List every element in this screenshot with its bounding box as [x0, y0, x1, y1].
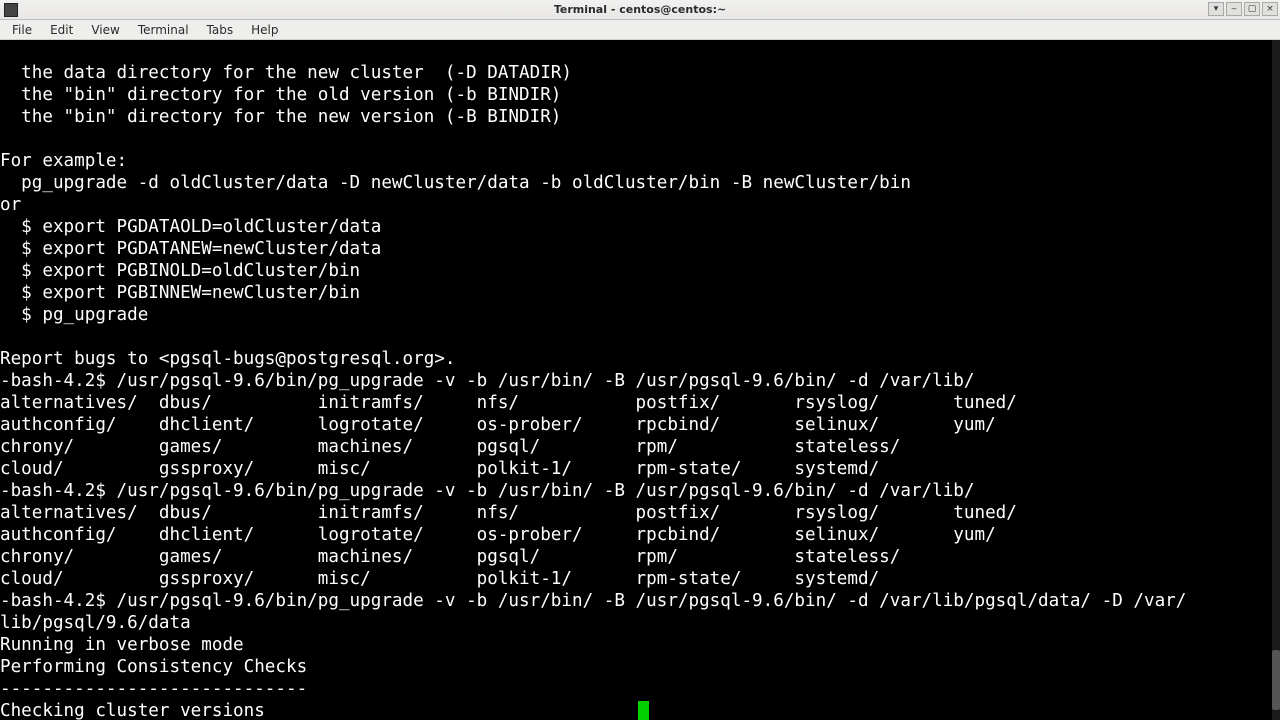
terminal-cursor — [638, 701, 649, 720]
terminal-app-icon — [4, 3, 18, 17]
terminal-line: Checking cluster versions — [0, 701, 636, 720]
menu-file[interactable]: File — [4, 21, 40, 39]
menu-view[interactable]: View — [83, 21, 127, 39]
terminal-line: lib/pgsql/9.6/data — [0, 613, 191, 633]
terminal-scrollbar-thumb[interactable] — [1272, 650, 1280, 710]
terminal-line: chrony/ games/ machines/ pgsql/ rpm/ sta… — [0, 547, 900, 567]
terminal-line: pg_upgrade -d oldCluster/data -D newClus… — [0, 173, 911, 193]
terminal-line: the data directory for the new cluster (… — [0, 63, 572, 83]
terminal-line: -bash-4.2$ /usr/pgsql-9.6/bin/pg_upgrade… — [0, 371, 975, 391]
window-maximize-button[interactable]: ▢ — [1244, 2, 1260, 16]
terminal-line: the "bin" directory for the old version … — [0, 85, 561, 105]
window-close-button[interactable]: × — [1262, 2, 1278, 16]
menubar: File Edit View Terminal Tabs Help — [0, 20, 1280, 40]
menu-edit[interactable]: Edit — [42, 21, 81, 39]
terminal-line: alternatives/ dbus/ initramfs/ nfs/ post… — [0, 503, 1017, 523]
terminal-line: $ export PGDATANEW=newCluster/data — [0, 239, 381, 259]
window-shade-button[interactable]: ▾ — [1208, 2, 1224, 16]
terminal-line: chrony/ games/ machines/ pgsql/ rpm/ sta… — [0, 437, 900, 457]
terminal-line: $ pg_upgrade — [0, 305, 148, 325]
window-controls: ▾ ‒ ▢ × — [1208, 2, 1278, 16]
terminal-viewport[interactable]: the data directory for the new cluster (… — [0, 40, 1280, 720]
window-minimize-button[interactable]: ‒ — [1226, 2, 1242, 16]
terminal-line: -bash-4.2$ /usr/pgsql-9.6/bin/pg_upgrade… — [0, 591, 1186, 611]
terminal-line: ----------------------------- — [0, 679, 307, 699]
terminal-line: authconfig/ dhclient/ logrotate/ os-prob… — [0, 415, 996, 435]
terminal-line: Running in verbose mode — [0, 635, 244, 655]
terminal-line: authconfig/ dhclient/ logrotate/ os-prob… — [0, 525, 996, 545]
terminal-line: $ export PGBINNEW=newCluster/bin — [0, 283, 360, 303]
terminal-line: $ export PGDATAOLD=oldCluster/data — [0, 217, 381, 237]
terminal-line: Report bugs to <pgsql-bugs@postgresql.or… — [0, 349, 455, 369]
menu-help[interactable]: Help — [243, 21, 286, 39]
terminal-line: cloud/ gssproxy/ misc/ polkit-1/ rpm-sta… — [0, 459, 879, 479]
window-titlebar: Terminal - centos@centos:~ ▾ ‒ ▢ × — [0, 0, 1280, 20]
menu-terminal[interactable]: Terminal — [130, 21, 197, 39]
window-title: Terminal - centos@centos:~ — [0, 3, 1280, 16]
terminal-line: $ export PGBINOLD=oldCluster/bin — [0, 261, 360, 281]
terminal-line: Performing Consistency Checks — [0, 657, 307, 677]
terminal-content: the data directory for the new cluster (… — [0, 62, 1280, 720]
terminal-line: -bash-4.2$ /usr/pgsql-9.6/bin/pg_upgrade… — [0, 481, 975, 501]
terminal-line: alternatives/ dbus/ initramfs/ nfs/ post… — [0, 393, 1017, 413]
terminal-line: or — [0, 195, 21, 215]
terminal-line: For example: — [0, 151, 127, 171]
terminal-line: the "bin" directory for the new version … — [0, 107, 561, 127]
menu-tabs[interactable]: Tabs — [199, 21, 242, 39]
terminal-line: cloud/ gssproxy/ misc/ polkit-1/ rpm-sta… — [0, 569, 879, 589]
terminal-scrollbar[interactable] — [1272, 40, 1280, 720]
